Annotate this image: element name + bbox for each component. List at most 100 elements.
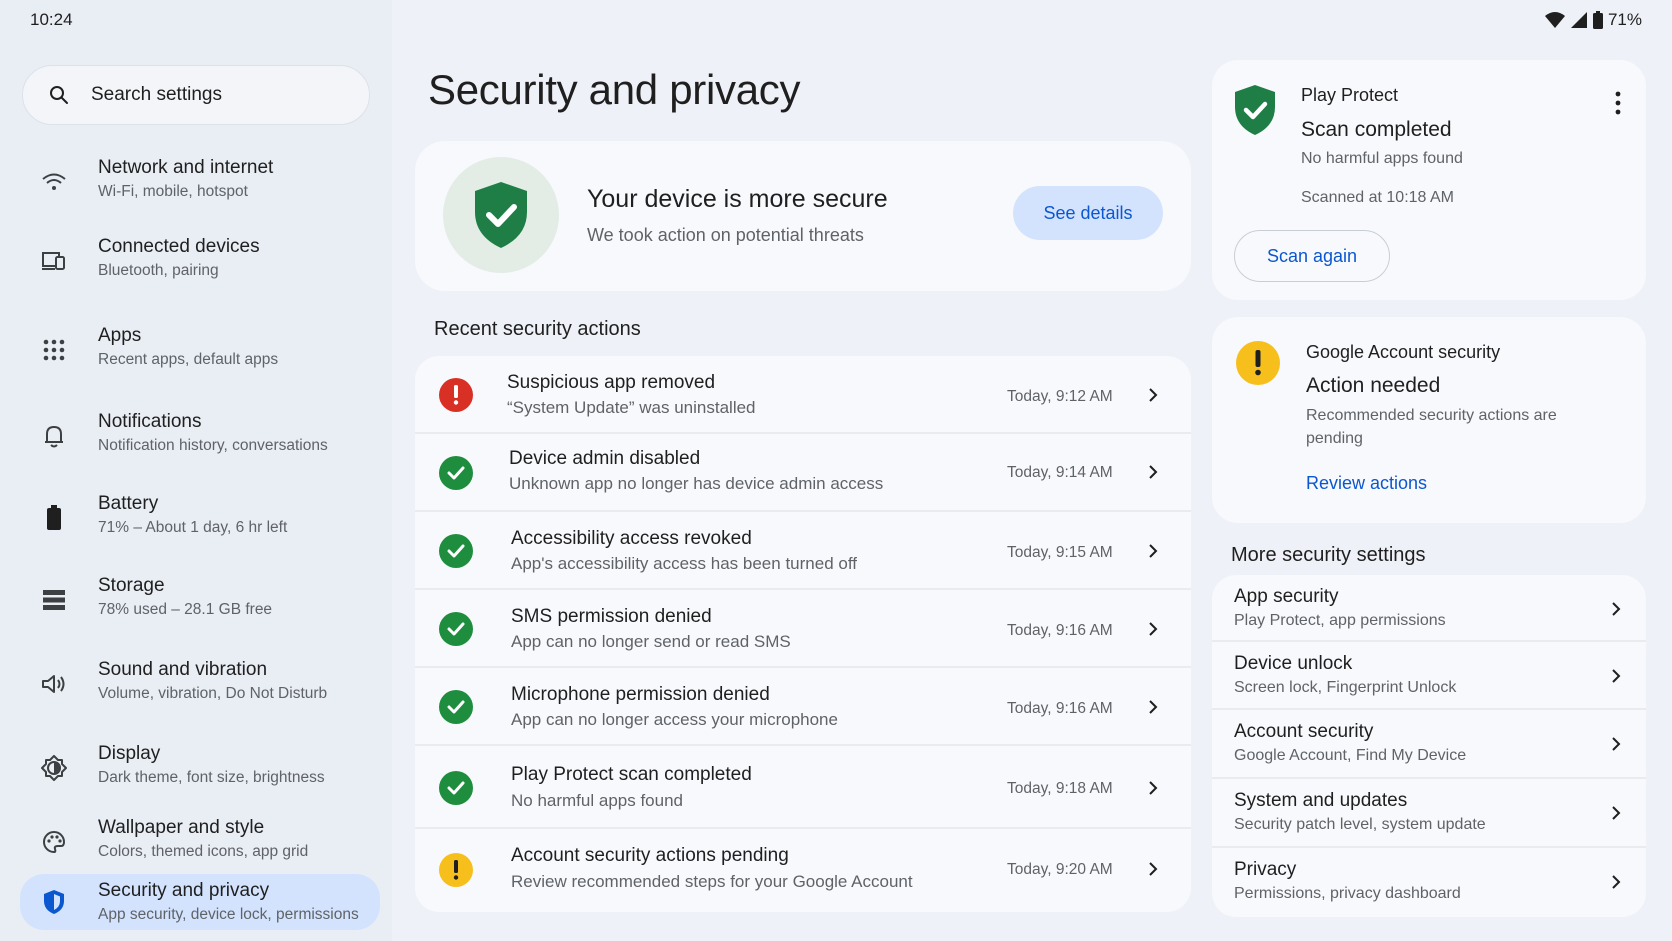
sidebar-item-subtitle: Wi-Fi, mobile, hotspot [98, 183, 248, 200]
list-item[interactable]: Account security actions pending Review … [415, 829, 1191, 912]
more-security-settings-list: App security Play Protect, app permissio… [1212, 575, 1646, 917]
list-item[interactable]: Suspicious app removed “System Update” w… [415, 356, 1191, 434]
action-title: Microphone permission denied [511, 684, 770, 705]
sidebar-item-notifications[interactable]: Notifications Notification history, conv… [20, 410, 380, 468]
sidebar-item-security-privacy[interactable]: Security and privacy App security, devic… [20, 874, 380, 930]
action-time: Today, 9:14 AM [1007, 464, 1113, 481]
check-icon [439, 771, 473, 805]
setting-subtitle: Play Protect, app permissions [1234, 612, 1446, 629]
chevron-right-icon [1612, 669, 1621, 683]
play-protect-scan-time: Scanned at 10:18 AM [1301, 189, 1454, 206]
check-icon [439, 690, 473, 724]
sidebar-item-connected-devices[interactable]: Connected devices Bluetooth, pairing [20, 235, 380, 293]
security-shield-icon [40, 888, 68, 916]
error-icon [439, 378, 473, 412]
google-account-security-card: Google Account security Action needed Re… [1212, 317, 1646, 523]
list-item[interactable]: App security Play Protect, app permissio… [1212, 575, 1646, 642]
brightness-icon [40, 754, 68, 782]
google-account-title: Google Account security [1306, 342, 1501, 362]
warning-icon [439, 853, 473, 887]
sidebar-item-title: Security and privacy [98, 880, 270, 901]
wifi-icon [40, 168, 68, 196]
action-title: Play Protect scan completed [511, 764, 752, 785]
chevron-right-icon [1149, 544, 1158, 558]
setting-title: System and updates [1234, 790, 1408, 811]
action-subtitle: “System Update” was uninstalled [507, 398, 756, 417]
google-account-state: Action needed [1306, 374, 1441, 397]
play-protect-subtitle: No harmful apps found [1301, 150, 1463, 167]
sidebar-item-title: Network and internet [98, 157, 274, 178]
scan-again-button[interactable]: Scan again [1234, 230, 1390, 282]
sidebar-item-title: Wallpaper and style [98, 817, 265, 838]
sidebar-item-subtitle: 71% – About 1 day, 6 hr left [98, 519, 288, 536]
sidebar-item-subtitle: Dark theme, font size, brightness [98, 769, 325, 786]
warning-icon [1236, 341, 1280, 385]
shield-check-icon [443, 157, 559, 273]
status-time: 10:24 [30, 10, 73, 29]
chevron-right-icon [1149, 388, 1158, 402]
signal-icon [1570, 12, 1587, 28]
sidebar-item-battery[interactable]: Battery 71% – About 1 day, 6 hr left [20, 492, 380, 550]
setting-title: App security [1234, 586, 1339, 607]
search-placeholder: Search settings [91, 84, 222, 105]
chevron-right-icon [1612, 737, 1621, 751]
sidebar-item-title: Connected devices [98, 236, 260, 257]
more-vert-icon[interactable] [1608, 90, 1628, 116]
sidebar-item-title: Display [98, 743, 161, 764]
list-item[interactable]: SMS permission denied App can no longer … [415, 590, 1191, 668]
list-item[interactable]: System and updates Security patch level,… [1212, 779, 1646, 848]
action-title: SMS permission denied [511, 606, 712, 627]
devices-icon [40, 247, 68, 275]
sidebar-item-subtitle: Colors, themed icons, app grid [98, 843, 309, 860]
sidebar-item-storage[interactable]: Storage 78% used – 28.1 GB free [20, 574, 380, 632]
chevron-right-icon [1149, 781, 1158, 795]
action-subtitle: Unknown app no longer has device admin a… [509, 474, 884, 493]
action-subtitle: App's accessibility access has been turn… [511, 554, 857, 573]
sidebar-item-apps[interactable]: Apps Recent apps, default apps [20, 324, 380, 382]
chevron-right-icon [1149, 622, 1158, 636]
list-item[interactable]: Account security Google Account, Find My… [1212, 710, 1646, 779]
sidebar-item-title: Storage [98, 575, 165, 596]
recent-actions-heading: Recent security actions [434, 318, 641, 340]
wifi-icon [1544, 12, 1565, 28]
list-item[interactable]: Device unlock Screen lock, Fingerprint U… [1212, 642, 1646, 710]
sidebar-item-title: Sound and vibration [98, 659, 268, 680]
bell-icon [40, 422, 68, 450]
action-title: Account security actions pending [511, 845, 789, 866]
see-details-button[interactable]: See details [1013, 186, 1163, 240]
list-item[interactable]: Accessibility access revoked App's acces… [415, 512, 1191, 590]
check-icon [439, 612, 473, 646]
status-subtitle: We took action on potential threats [587, 225, 864, 245]
play-protect-state: Scan completed [1301, 118, 1452, 141]
storage-icon [40, 586, 68, 614]
recent-actions-list: Suspicious app removed “System Update” w… [415, 356, 1191, 912]
page-title: Security and privacy [428, 66, 801, 113]
setting-subtitle: Security patch level, system update [1234, 816, 1486, 833]
setting-title: Privacy [1234, 859, 1297, 880]
action-subtitle: No harmful apps found [511, 791, 683, 810]
sidebar-item-title: Apps [98, 325, 142, 346]
list-item[interactable]: Device admin disabled Unknown app no lon… [415, 434, 1191, 512]
check-icon [439, 534, 473, 568]
settings-sidebar: 10:24 Search settings Network and intern… [0, 0, 392, 941]
sidebar-item-sound[interactable]: Sound and vibration Volume, vibration, D… [20, 658, 380, 716]
list-item[interactable]: Microphone permission denied App can no … [415, 668, 1191, 746]
action-time: Today, 9:20 AM [1007, 861, 1113, 878]
chevron-right-icon [1149, 465, 1158, 479]
list-item[interactable]: Play Protect scan completed No harmful a… [415, 746, 1191, 829]
sidebar-item-wallpaper[interactable]: Wallpaper and style Colors, themed icons… [20, 816, 380, 874]
action-time: Today, 9:16 AM [1007, 700, 1113, 717]
action-time: Today, 9:16 AM [1007, 622, 1113, 639]
review-actions-link[interactable]: Review actions [1306, 473, 1427, 494]
sidebar-item-network[interactable]: Network and internet Wi-Fi, mobile, hots… [20, 156, 380, 214]
search-input[interactable]: Search settings [22, 65, 370, 125]
play-protect-title: Play Protect [1301, 85, 1399, 105]
chevron-right-icon [1149, 862, 1158, 876]
sidebar-item-display[interactable]: Display Dark theme, font size, brightnes… [20, 742, 380, 800]
setting-subtitle: Screen lock, Fingerprint Unlock [1234, 679, 1457, 696]
action-time: Today, 9:12 AM [1007, 388, 1113, 405]
list-item[interactable]: Privacy Permissions, privacy dashboard [1212, 848, 1646, 917]
battery-icon [40, 504, 68, 532]
play-protect-card: Play Protect Scan completed No harmful a… [1212, 60, 1646, 300]
sidebar-item-subtitle: Volume, vibration, Do Not Disturb [98, 685, 328, 702]
